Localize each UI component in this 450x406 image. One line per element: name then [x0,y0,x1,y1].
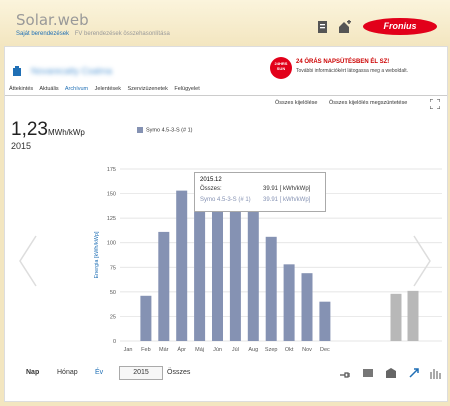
resize-icon[interactable] [408,367,420,379]
brand-title: Solar.web [16,11,89,29]
top-nav: Saját berendezések FV berendezések össze… [16,31,174,37]
year-selector[interactable]: 2015 [119,366,163,380]
period-year[interactable]: Év [95,369,103,376]
x-tick-label: Okt [285,347,294,353]
y-tick-label: 125 [107,216,116,222]
tooltip-total-label: Összes: [200,186,222,192]
period-all[interactable]: Összes [167,369,190,376]
x-tick-label: Jún [213,347,222,353]
tooltip-series-value: 39.91 [ kWh/kWp] [263,197,311,203]
inverter-icon[interactable] [362,367,374,379]
y-tick-label: 175 [107,167,116,173]
data-bar [283,264,295,341]
nav-own-systems[interactable]: Saját berendezések [16,31,69,37]
report-icon[interactable] [316,20,330,34]
data-bar [194,192,206,341]
tooltip-series-row: Symo 4.5-3-S (# 1) 39.91 [ kWh/kWp] [200,197,320,205]
x-tick-label: Szep [265,347,278,353]
fronius-logo[interactable]: Fronius [363,18,437,35]
plug-icon[interactable] [339,367,351,379]
data-bar [265,236,277,341]
top-header: Solar.web Saját berendezések FV berendez… [0,0,450,46]
data-bar [140,295,152,341]
add-system-icon[interactable] [338,20,352,34]
period-day[interactable]: Nap [26,369,39,376]
tooltip-date: 2015.12 [200,177,222,183]
data-bar [158,231,170,341]
x-tick-label: Júl [232,347,239,353]
prev-arrow-icon [19,235,37,287]
sensor-icon[interactable] [385,367,397,379]
bar-chart-icon[interactable] [429,367,441,379]
inactive-bar [407,290,419,341]
x-tick-label: Már [159,347,169,353]
period-month[interactable]: Hónap [57,369,78,376]
y-axis-label: Energia [kWh/kWp] [94,231,100,279]
y-tick-label: 0 [113,339,116,345]
data-bar [319,301,331,341]
chart-tooltip: 2015.12 Összes: 39.91 [ kWh/kWp] Symo 4.… [194,172,326,212]
x-tick-label: Máj [195,347,204,353]
bottom-toolbar: Nap Hónap Év 2015 Összes [4,361,448,389]
x-tick-label: Jan [124,347,133,353]
y-tick-label: 25 [110,314,116,320]
y-tick-label: 100 [107,241,116,247]
data-bar [301,273,313,341]
nav-compare-systems[interactable]: FV berendezések összehasonlítása [75,31,170,37]
y-tick-label: 75 [110,265,116,271]
x-tick-label: Dec [320,347,330,353]
y-tick-label: 50 [110,290,116,296]
next-arrow-icon [413,235,431,287]
tooltip-total-row: Összes: 39.91 [ kWh/kWp] [200,186,320,194]
data-bar [176,190,188,341]
x-tick-label: Feb [141,347,150,353]
tooltip-series-label: Symo 4.5-3-S (# 1) [200,197,251,203]
x-tick-label: Aug [248,347,258,353]
x-tick-label: Nov [302,347,312,353]
tooltip-total-value: 39.91 [ kWh/kWp] [263,186,311,192]
y-tick-label: 150 [107,192,116,198]
x-tick-label: Ápr [177,346,186,353]
inactive-bar [390,293,402,341]
